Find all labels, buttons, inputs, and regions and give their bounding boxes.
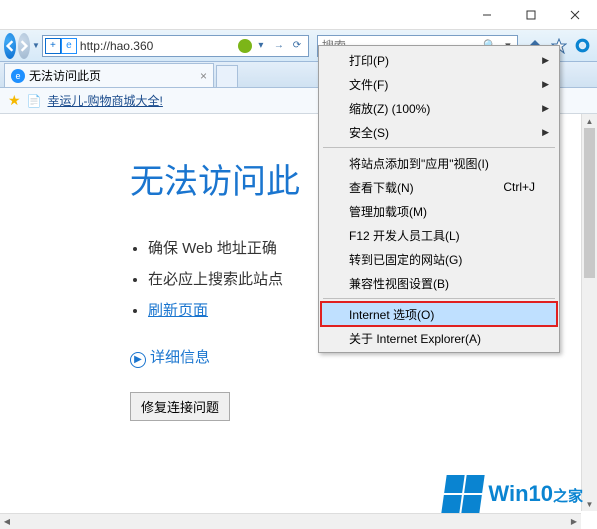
menu-f12-devtools[interactable]: F12 开发人员工具(L)	[321, 223, 557, 247]
tab-close-button[interactable]: ×	[200, 69, 207, 83]
detail-label: 详细信息	[150, 349, 210, 366]
go-button[interactable]: →	[270, 40, 288, 51]
window-titlebar	[0, 0, 597, 30]
site-360-icon	[238, 39, 252, 53]
new-tab-button[interactable]	[216, 65, 238, 87]
watermark-brand: Win10	[488, 481, 553, 506]
watermark: Win10之家	[444, 475, 583, 513]
menu-zoom[interactable]: 缩放(Z) (100%)▶	[321, 96, 557, 120]
ie-tab-favicon-icon: e	[11, 69, 25, 83]
watermark-suffix: 之家	[553, 488, 583, 505]
back-button[interactable]	[4, 33, 16, 59]
chevron-right-icon: ▶	[542, 79, 549, 90]
scroll-up-arrow[interactable]: ▲	[582, 114, 597, 128]
refresh-button[interactable]: ⟳	[288, 40, 306, 51]
scroll-right-arrow[interactable]: ▶	[567, 514, 581, 529]
tools-gear-icon[interactable]	[574, 37, 592, 55]
menu-shortcut: Ctrl+J	[503, 180, 535, 194]
scroll-left-arrow[interactable]: ◀	[0, 514, 14, 529]
chevron-right-icon: ▶	[130, 352, 146, 368]
tools-context-menu: 打印(P)▶ 文件(F)▶ 缩放(Z) (100%)▶ 安全(S)▶ 将站点添加…	[318, 45, 560, 353]
url-input[interactable]	[77, 39, 238, 53]
menu-compat-view[interactable]: 兼容性视图设置(B)	[321, 271, 557, 295]
menu-separator	[323, 147, 555, 148]
horizontal-scrollbar[interactable]: ◀ ▶	[0, 513, 581, 529]
tab-title: 无法访问此页	[29, 67, 101, 84]
fix-connection-button[interactable]: 修复连接问题	[130, 392, 230, 421]
menu-downloads[interactable]: 查看下载(N)Ctrl+J	[321, 175, 557, 199]
menu-print[interactable]: 打印(P)▶	[321, 48, 557, 72]
chevron-right-icon: ▶	[542, 103, 549, 114]
maximize-button[interactable]	[509, 1, 553, 29]
menu-pinned-sites[interactable]: 转到已固定的网站(G)	[321, 247, 557, 271]
menu-add-to-apps[interactable]: 将站点添加到"应用"视图(I)	[321, 151, 557, 175]
close-button[interactable]	[553, 1, 597, 29]
vertical-scrollbar[interactable]: ▲ ▼	[581, 114, 597, 511]
menu-addons[interactable]: 管理加载项(M)	[321, 199, 557, 223]
menu-about-ie[interactable]: 关于 Internet Explorer(A)	[321, 326, 557, 350]
menu-separator	[323, 298, 555, 299]
favorites-item-icon: 📄	[27, 94, 42, 108]
newtab-addr-icon: +	[45, 38, 61, 54]
url-dropdown[interactable]: ▾	[252, 40, 270, 51]
ie-favicon-icon: e	[61, 38, 77, 54]
scroll-thumb-v[interactable]	[584, 128, 595, 278]
scroll-down-arrow[interactable]: ▼	[582, 497, 597, 511]
nav-history-dropdown[interactable]: ▼	[32, 41, 40, 50]
windows-logo-icon	[442, 475, 485, 513]
chevron-right-icon: ▶	[542, 127, 549, 138]
forward-button[interactable]	[18, 33, 30, 59]
menu-safety[interactable]: 安全(S)▶	[321, 120, 557, 144]
favorites-link[interactable]: 幸运儿-购物商城大全!	[48, 92, 163, 109]
chevron-right-icon: ▶	[542, 55, 549, 66]
minimize-button[interactable]	[465, 1, 509, 29]
refresh-link[interactable]: 刷新页面	[148, 302, 208, 319]
menu-internet-options[interactable]: Internet 选项(O)	[321, 302, 557, 326]
address-bar[interactable]: + e ▾ → ⟳	[42, 35, 309, 57]
menu-file[interactable]: 文件(F)▶	[321, 72, 557, 96]
favorites-star-icon[interactable]: ★	[8, 92, 21, 109]
tab-active[interactable]: e 无法访问此页 ×	[4, 63, 214, 87]
